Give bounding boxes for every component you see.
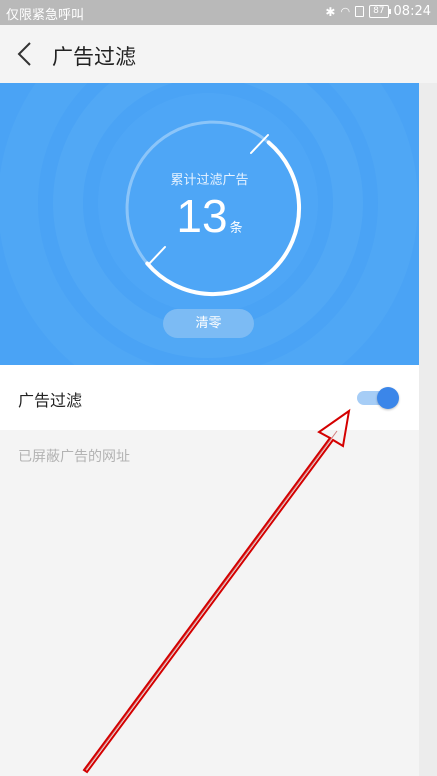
ad-filter-label: 广告过滤 (18, 391, 83, 410)
ad-filter-row: 广告过滤 (0, 365, 419, 430)
count-value: 13 (176, 190, 228, 242)
blocked-urls-header: 已屏蔽广告的网址 (18, 449, 130, 465)
ad-filter-toggle[interactable] (357, 386, 401, 409)
top-bar: 广告过滤 (0, 25, 437, 83)
clear-button[interactable]: 清零 (163, 309, 254, 338)
battery-icon: 87 (369, 5, 392, 18)
page-title: 广告过滤 (52, 45, 136, 69)
status-time: 08:24 (393, 4, 431, 19)
wifi-icon: ◠ (340, 5, 351, 18)
count-unit: 条 (229, 221, 243, 236)
screen-edge (419, 83, 437, 776)
toggle-thumb (377, 387, 399, 409)
sim-icon (355, 6, 365, 17)
chevron-left-icon (17, 42, 31, 66)
status-bar: 仅限紧急呼叫 ✱ ◠ 87 08:24 (0, 0, 437, 25)
back-button[interactable] (10, 35, 46, 73)
filtered-ads-count: 13 条 (0, 189, 419, 243)
status-icons: ✱ ◠ 87 08:24 (325, 4, 431, 19)
filtered-ads-label: 累计过滤广告 (170, 173, 249, 188)
bluetooth-icon: ✱ (325, 4, 336, 19)
status-carrier-text: 仅限紧急呼叫 (6, 8, 85, 23)
filter-stats-panel: 累计过滤广告 13 条 清零 (0, 83, 419, 365)
